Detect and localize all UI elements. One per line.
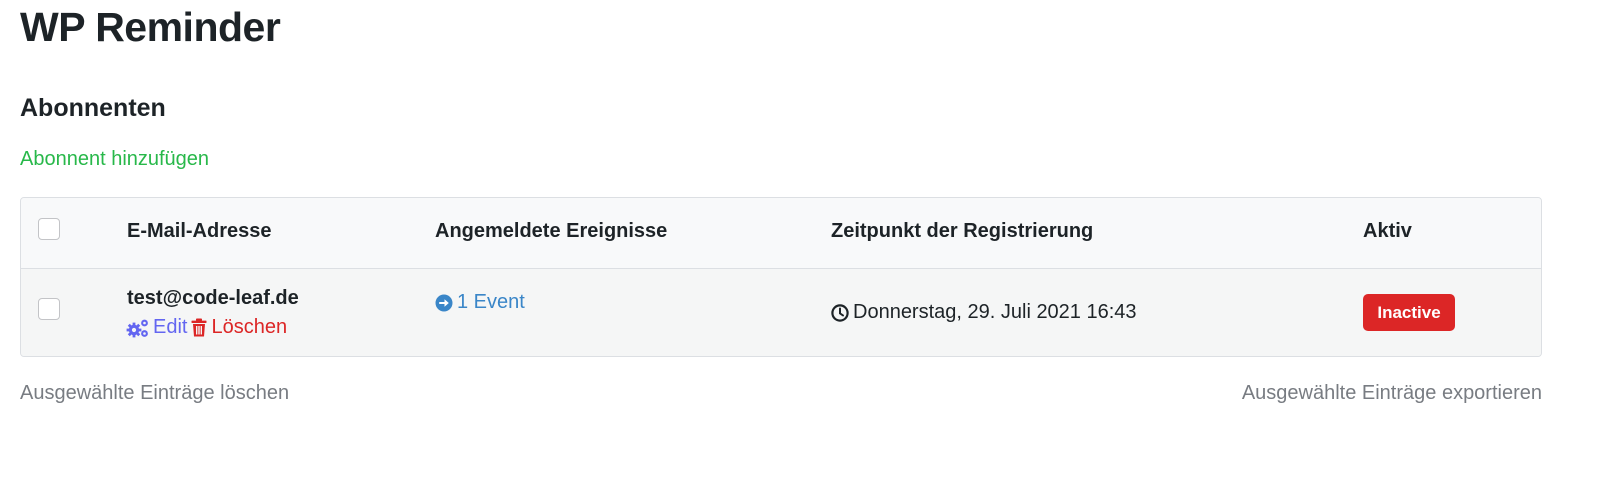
events-link[interactable]: 1 Event [435, 291, 525, 314]
delete-label: Löschen [211, 316, 288, 338]
add-subscriber-link[interactable]: Abonnent hinzufügen [20, 148, 209, 171]
status-badge[interactable]: Inactive [1363, 294, 1455, 331]
column-header-registered: Zeitpunkt der Registrierung [831, 220, 1094, 242]
edit-link[interactable]: Edit [126, 316, 187, 339]
delete-link[interactable]: Löschen [191, 316, 287, 339]
table-header: E-Mail-Adresse Angemeldete Ereignisse Ze… [21, 198, 1541, 269]
column-header-active: Aktiv [1363, 220, 1412, 242]
registration-time: Donnerstag, 29. Juli 2021 16:43 [831, 301, 1137, 324]
trash-icon [191, 318, 207, 337]
row-checkbox[interactable] [38, 298, 60, 320]
events-count: 1 Event [457, 291, 525, 313]
cogs-icon [126, 318, 150, 338]
edit-label: Edit [153, 316, 188, 338]
column-header-events: Angemeldete Ereignisse [435, 220, 668, 242]
delete-selected-link[interactable]: Ausgewählte Einträge löschen [20, 382, 289, 405]
row-actions: Edit Löschen [126, 316, 287, 339]
section-title: Abonnenten [20, 94, 166, 122]
table-row: test@code-leaf.de Edit Löschen 1 Event D… [21, 269, 1541, 356]
clock-icon [831, 303, 849, 322]
subscriber-email: test@code-leaf.de [127, 287, 299, 309]
select-all-checkbox[interactable] [38, 218, 60, 240]
column-header-email: E-Mail-Adresse [127, 220, 272, 242]
export-selected-link[interactable]: Ausgewählte Einträge exportieren [1242, 382, 1542, 405]
arrow-circle-right-icon [435, 294, 453, 312]
registration-time-text: Donnerstag, 29. Juli 2021 16:43 [853, 301, 1137, 323]
page-title: WP Reminder [20, 4, 281, 50]
subscribers-table: E-Mail-Adresse Angemeldete Ereignisse Ze… [20, 197, 1542, 357]
